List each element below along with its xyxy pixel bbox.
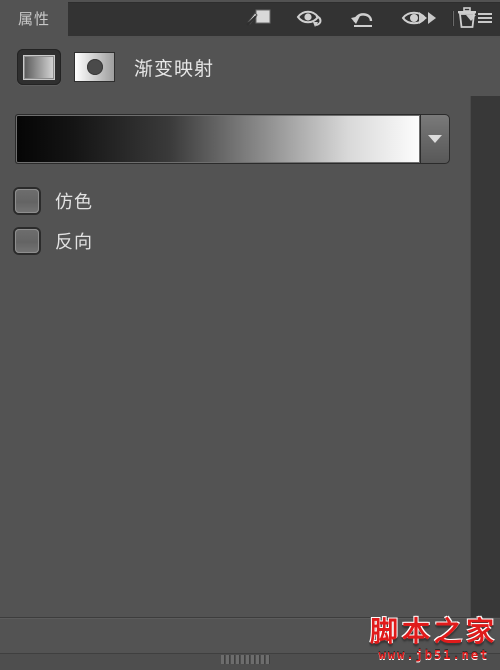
- panel-bottom-toolbar: [0, 617, 500, 654]
- preview-visibility-button[interactable]: [400, 5, 430, 31]
- gradient-picker-dropdown-button[interactable]: [420, 114, 450, 164]
- panel-body: 仿色 反向: [0, 96, 470, 617]
- delete-adjustment-layer-button[interactable]: [452, 5, 482, 31]
- gradient-map-thumbnail-swatch: [24, 55, 54, 79]
- eye-toggle-icon: [296, 10, 322, 27]
- clip-to-layer-icon: [246, 9, 271, 26]
- gradient-map-thumbnail-icon[interactable]: [17, 49, 61, 85]
- trash-icon: [458, 7, 476, 28]
- dither-checkbox-label: 仿色: [55, 192, 93, 213]
- toggle-layer-visibility-button[interactable]: [296, 5, 326, 31]
- gradient-picker-row: [15, 114, 450, 164]
- adjustment-preset-icon[interactable]: [75, 53, 114, 81]
- panel-bottom-tools: [0, 0, 500, 36]
- page-title: 渐变映射: [134, 57, 215, 80]
- panel-resize-grip[interactable]: [221, 655, 279, 664]
- eye-icon: [401, 11, 427, 25]
- chevron-down-icon: [428, 135, 442, 143]
- reverse-checkbox[interactable]: [15, 229, 39, 253]
- gradient-preview-bar[interactable]: [15, 114, 420, 164]
- adjustment-preset-dot: [86, 59, 103, 75]
- panel-right-gutter: [470, 96, 500, 617]
- adjustment-title-row: 渐变映射: [0, 38, 500, 97]
- reverse-checkbox-row[interactable]: 反向: [15, 228, 93, 254]
- reverse-checkbox-label: 反向: [55, 232, 93, 253]
- reset-adjustment-button[interactable]: [348, 5, 378, 31]
- dither-checkbox[interactable]: [15, 189, 39, 213]
- dither-checkbox-row[interactable]: 仿色: [15, 188, 93, 214]
- properties-panel: 属性 渐变映射 仿色 反向 脚本之家 www.jb51.net: [0, 0, 500, 670]
- clip-to-layer-button[interactable]: [244, 5, 274, 31]
- reset-arrow-icon: [351, 13, 373, 27]
